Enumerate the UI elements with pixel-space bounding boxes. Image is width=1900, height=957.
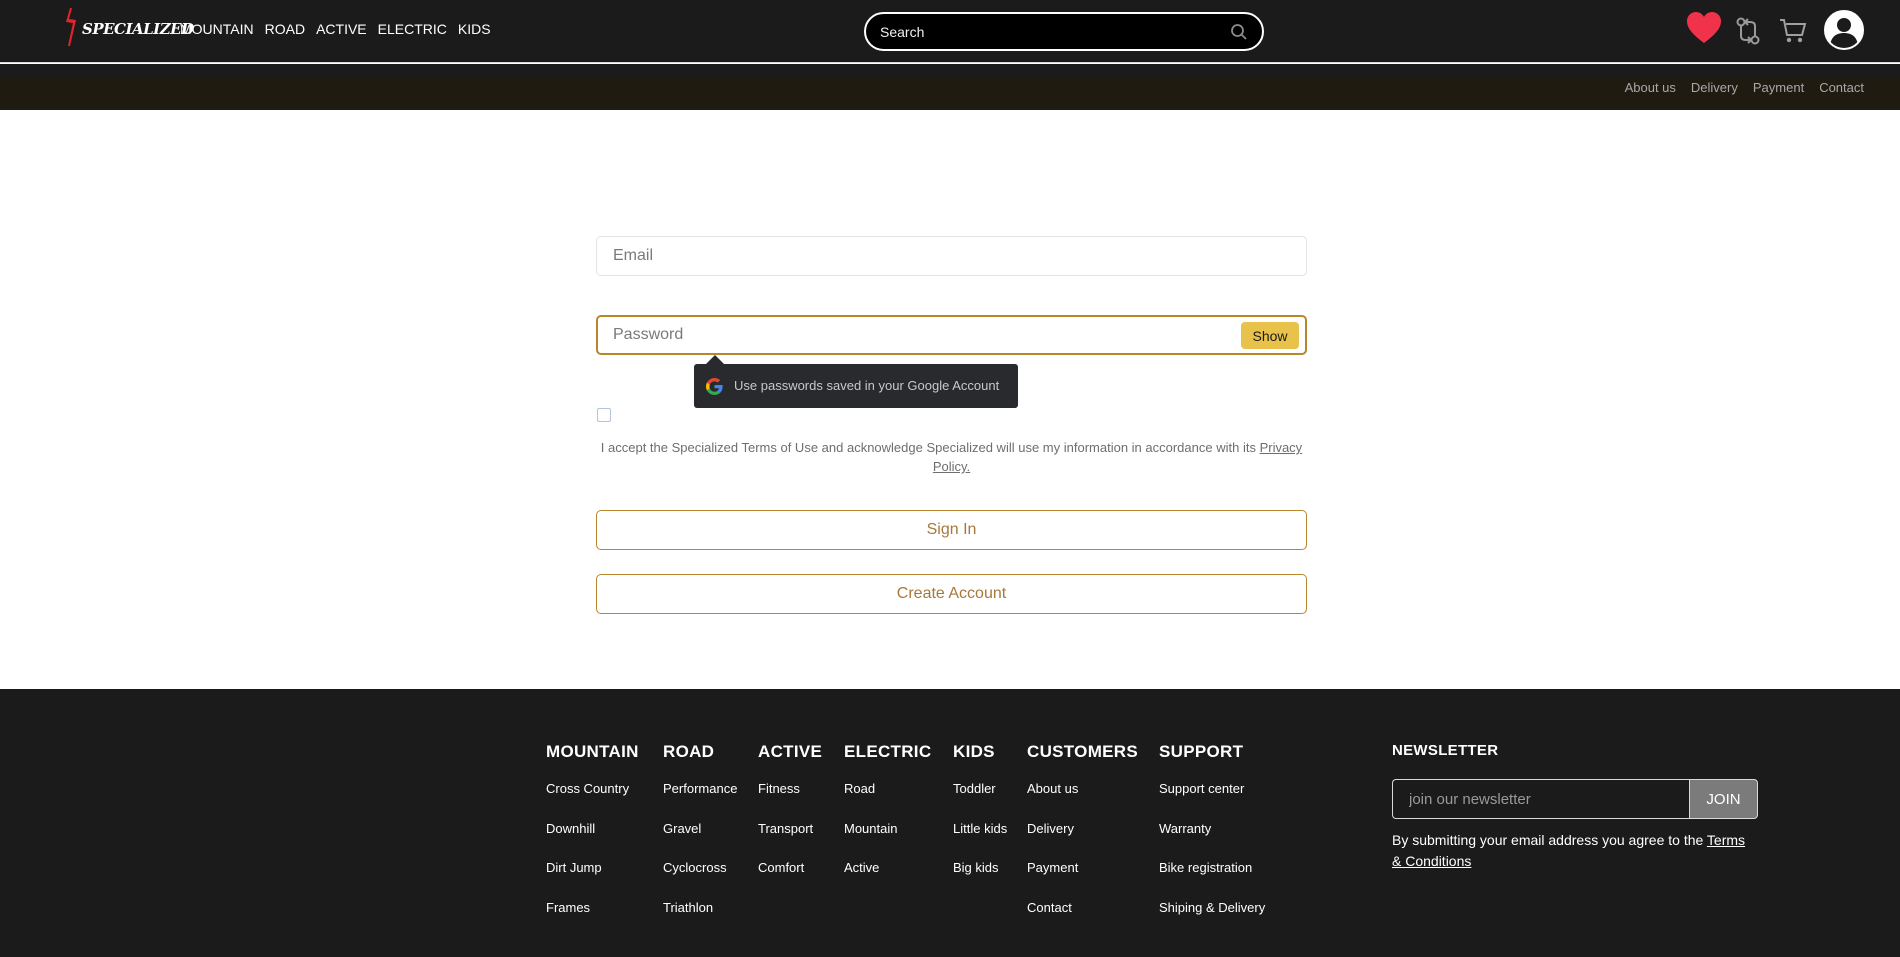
search-input[interactable] [880, 21, 1220, 43]
newsletter-form: JOIN [1392, 779, 1758, 819]
newsletter-note: By submitting your email address you agr… [1392, 830, 1758, 872]
newsletter-section: NEWSLETTER JOIN By submitting your email… [1392, 742, 1758, 872]
subnav-about-us[interactable]: About us [1625, 80, 1676, 95]
user-icon[interactable] [1824, 10, 1864, 50]
footer-link[interactable]: Cyclocross [663, 860, 737, 900]
footer-link[interactable]: Cross Country [546, 781, 639, 821]
terms-copy: I accept the Specialized Terms of Use an… [600, 440, 1260, 455]
nav-active[interactable]: ACTIVE [316, 21, 367, 37]
create-account-button[interactable]: Create Account [596, 574, 1307, 614]
footer-link[interactable]: Performance [663, 781, 737, 821]
footer-link[interactable]: Toddler [953, 781, 1007, 821]
footer-link[interactable]: Triathlon [663, 900, 737, 940]
newsletter-email-input[interactable] [1392, 779, 1690, 819]
footer: MOUNTAIN Cross Country Downhill Dirt Jum… [0, 689, 1900, 957]
footer-link[interactable]: Big kids [953, 860, 1007, 900]
footer-link[interactable]: Dirt Jump [546, 860, 639, 900]
logo-wordmark: SPECIALIZED [82, 20, 194, 38]
footer-link[interactable]: Downhill [546, 821, 639, 861]
compare-icon[interactable] [1734, 16, 1762, 46]
footer-link[interactable]: Gravel [663, 821, 737, 861]
nav-electric[interactable]: ELECTRIC [378, 21, 447, 37]
cart-icon[interactable] [1779, 18, 1807, 44]
footer-link[interactable]: Delivery [1027, 821, 1138, 861]
sign-in-button[interactable]: Sign In [596, 510, 1307, 550]
footer-link[interactable]: Payment [1027, 860, 1138, 900]
footer-link[interactable]: Support center [1159, 781, 1265, 821]
footer-link[interactable]: Fitness [758, 781, 822, 821]
footer-link[interactable]: Road [844, 781, 931, 821]
footer-link[interactable]: Frames [546, 900, 639, 940]
subnav-payment[interactable]: Payment [1753, 80, 1804, 95]
footer-col-support: SUPPORT Support center Warranty Bike reg… [1159, 742, 1265, 939]
footer-heading: ACTIVE [758, 742, 823, 761]
google-icon [706, 378, 723, 395]
search-icon[interactable] [1230, 23, 1248, 41]
footer-heading: KIDS [953, 742, 995, 761]
top-header: SPECIALIZED MOUNTAIN ROAD ACTIVE ELECTRI… [0, 0, 1900, 63]
footer-link[interactable]: Mountain [844, 821, 931, 861]
footer-link[interactable]: Contact [1027, 900, 1138, 940]
main-nav: MOUNTAIN ROAD ACTIVE ELECTRIC KIDS [180, 21, 491, 37]
specialized-logo[interactable]: SPECIALIZED [60, 6, 194, 48]
footer-col-active: ACTIVE Fitness Transport Comfort [758, 742, 822, 900]
newsletter-heading: NEWSLETTER [1392, 742, 1499, 759]
footer-heading: SUPPORT [1159, 742, 1244, 761]
newsletter-join-button[interactable]: JOIN [1689, 779, 1758, 819]
footer-heading: ELECTRIC [844, 742, 932, 761]
password-field-wrapper: Show [596, 315, 1307, 355]
footer-col-kids: KIDS Toddler Little kids Big kids [953, 742, 1007, 900]
subnav-contact[interactable]: Contact [1819, 80, 1864, 95]
nav-road[interactable]: ROAD [265, 21, 305, 37]
search-box [864, 12, 1264, 51]
footer-col-customers: CUSTOMERS About us Delivery Payment Cont… [1027, 742, 1138, 939]
secondary-nav: About us Delivery Payment Contact [1625, 80, 1864, 95]
footer-link[interactable]: Comfort [758, 860, 822, 900]
nav-kids[interactable]: KIDS [458, 21, 491, 37]
footer-heading: ROAD [663, 742, 715, 761]
nav-mountain[interactable]: MOUNTAIN [180, 21, 254, 37]
footer-col-mountain: MOUNTAIN Cross Country Downhill Dirt Jum… [546, 742, 639, 939]
footer-heading: MOUNTAIN [546, 742, 639, 761]
secondary-bar: About us Delivery Payment Contact [0, 64, 1900, 110]
footer-col-electric: ELECTRIC Road Mountain Active [844, 742, 931, 900]
specialized-s-logo-icon [66, 8, 76, 46]
footer-link[interactable]: Active [844, 860, 931, 900]
tooltip-text: Use passwords saved in your Google Accou… [734, 378, 1000, 393]
footer-link[interactable]: Transport [758, 821, 822, 861]
password-field[interactable] [613, 326, 1213, 344]
avatar-silhouette [1830, 18, 1858, 48]
newsletter-note-text: By submitting your email address you agr… [1392, 832, 1707, 848]
footer-link[interactable]: About us [1027, 781, 1138, 821]
terms-checkbox[interactable] [597, 408, 611, 422]
footer-col-road: ROAD Performance Gravel Cyclocross Triat… [663, 742, 737, 939]
footer-link[interactable]: Little kids [953, 821, 1007, 861]
password-manager-tooltip[interactable]: Use passwords saved in your Google Accou… [694, 355, 1018, 408]
footer-link[interactable]: Bike registration [1159, 860, 1265, 900]
footer-link[interactable]: Shiping & Delivery [1159, 900, 1265, 940]
subnav-delivery[interactable]: Delivery [1691, 80, 1738, 95]
show-password-button[interactable]: Show [1241, 322, 1299, 349]
email-field-wrapper [596, 236, 1307, 276]
heart-icon[interactable] [1686, 10, 1722, 46]
terms-text: I accept the Specialized Terms of Use an… [596, 438, 1307, 476]
footer-link[interactable]: Warranty [1159, 821, 1265, 861]
footer-heading: CUSTOMERS [1027, 742, 1139, 761]
email-field[interactable] [613, 247, 1213, 265]
